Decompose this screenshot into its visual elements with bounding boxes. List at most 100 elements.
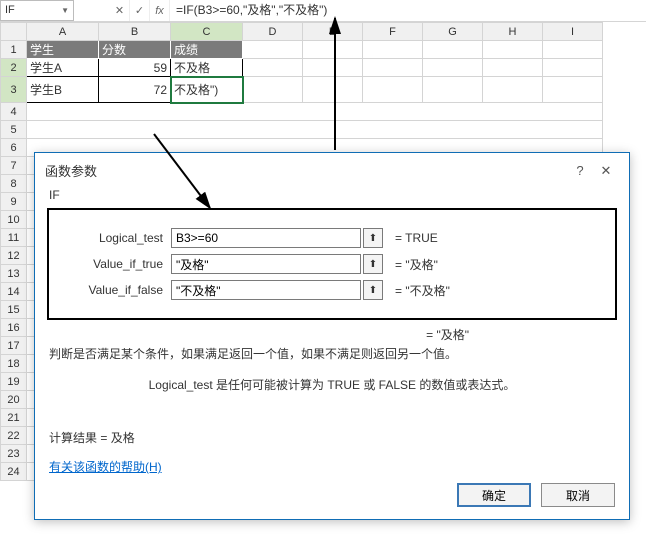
cell-B3[interactable]: 72 [99,77,171,103]
row-header[interactable]: 15 [1,301,27,319]
value-if-false-input[interactable] [171,280,361,300]
cell-C1[interactable]: 成绩 [171,41,243,59]
function-help-link[interactable]: 有关该函数的帮助(H) [49,460,162,474]
row-header[interactable]: 4 [1,103,27,121]
col-header-G[interactable]: G [423,23,483,41]
col-header-I[interactable]: I [543,23,603,41]
cell[interactable] [423,59,483,77]
range-select-button[interactable]: ⬆ [363,254,383,274]
cell[interactable] [363,59,423,77]
row-header[interactable]: 16 [1,319,27,337]
overall-result: = "及格" [35,326,629,343]
function-arguments-dialog: 函数参数 ? ✕ IF Logical_test ⬆ = TRUE Value_… [34,152,630,520]
col-header-A[interactable]: A [27,23,99,41]
row-header[interactable]: 17 [1,337,27,355]
row-header-1[interactable]: 1 [1,41,27,59]
arg-result: = "不及格" [395,282,450,299]
row-header[interactable]: 21 [1,409,27,427]
range-select-button[interactable]: ⬆ [363,280,383,300]
col-header-D[interactable]: D [243,23,303,41]
row-header[interactable]: 13 [1,265,27,283]
cell[interactable] [543,41,603,59]
fx-button[interactable]: fx [150,0,170,21]
cell[interactable] [483,77,543,103]
arg-label: Value_if_false [61,283,171,297]
cell[interactable] [483,41,543,59]
value-if-true-input[interactable] [171,254,361,274]
cell[interactable] [363,41,423,59]
row-header[interactable]: 5 [1,121,27,139]
col-header-H[interactable]: H [483,23,543,41]
formula-input[interactable]: =IF(B3>=60,"及格","不及格") [170,0,646,21]
cell[interactable] [363,77,423,103]
confirm-formula-button[interactable]: ✓ [130,0,150,21]
arg-label: Value_if_true [61,257,171,271]
row-header[interactable]: 8 [1,175,27,193]
col-header-B[interactable]: B [99,23,171,41]
cell-B2[interactable]: 59 [99,59,171,77]
cell[interactable] [27,121,603,139]
row-header-3[interactable]: 3 [1,77,27,103]
row-header[interactable]: 24 [1,463,27,481]
row-header[interactable]: 18 [1,355,27,373]
row-header[interactable]: 7 [1,157,27,175]
dialog-buttons: 确定 取消 [457,483,615,507]
dialog-title: 函数参数 [45,161,567,180]
col-header-E[interactable]: E [303,23,363,41]
col-header-F[interactable]: F [363,23,423,41]
cell[interactable] [243,77,303,103]
arguments-box: Logical_test ⬆ = TRUE Value_if_true ⬆ = … [47,208,617,320]
arg-row-logical-test: Logical_test ⬆ = TRUE [61,228,603,248]
ok-button[interactable]: 确定 [457,483,531,507]
row-header[interactable]: 20 [1,391,27,409]
cell[interactable] [423,77,483,103]
row-header[interactable]: 6 [1,139,27,157]
row-header[interactable]: 19 [1,373,27,391]
dialog-close-button[interactable]: ✕ [593,163,619,179]
help-link-row: 有关该函数的帮助(H) [35,452,629,481]
cell[interactable] [303,59,363,77]
cell[interactable] [543,59,603,77]
row-header[interactable]: 10 [1,211,27,229]
col-header-C[interactable]: C [171,23,243,41]
cell-A2[interactable]: 学生A [27,59,99,77]
select-all-corner[interactable] [1,23,27,41]
arg-row-value-if-true: Value_if_true ⬆ = "及格" [61,254,603,274]
cell[interactable] [243,59,303,77]
row-header[interactable]: 12 [1,247,27,265]
cancel-formula-button[interactable]: ✕ [110,0,130,21]
arg-result: = "及格" [395,256,438,273]
cell[interactable] [423,41,483,59]
logical-test-input[interactable] [171,228,361,248]
cell[interactable] [303,41,363,59]
chevron-down-icon[interactable]: ▼ [61,1,69,20]
cell-C3[interactable]: 不及格") [171,77,243,103]
cell[interactable] [483,59,543,77]
arg-row-value-if-false: Value_if_false ⬆ = "不及格" [61,280,603,300]
cell[interactable] [303,77,363,103]
cell[interactable] [243,41,303,59]
name-box-value: IF [5,1,15,20]
cell-C2[interactable]: 不及格 [171,59,243,77]
cancel-button[interactable]: 取消 [541,483,615,507]
calc-result-line: 计算结果 = 及格 [35,423,629,452]
name-box[interactable]: IF ▼ [0,0,74,21]
row-header[interactable]: 22 [1,427,27,445]
row-header[interactable]: 11 [1,229,27,247]
cell-B1[interactable]: 分数 [99,41,171,59]
dialog-help-button[interactable]: ? [567,163,593,178]
row-header-2[interactable]: 2 [1,59,27,77]
function-description: 判断是否满足某个条件，如果满足返回一个值，如果不满足则返回另一个值。 [35,343,629,372]
dialog-titlebar[interactable]: 函数参数 ? ✕ [35,153,629,186]
formula-bar: IF ▼ ✕ ✓ fx =IF(B3>=60,"及格","不及格") [0,0,646,22]
arg-label: Logical_test [61,231,171,245]
range-select-button[interactable]: ⬆ [363,228,383,248]
row-header[interactable]: 14 [1,283,27,301]
cell[interactable] [543,77,603,103]
cell-A3[interactable]: 学生B [27,77,99,103]
cell-A1[interactable]: 学生 [27,41,99,59]
row-header[interactable]: 23 [1,445,27,463]
cell[interactable] [27,103,603,121]
row-header[interactable]: 9 [1,193,27,211]
arg-result: = TRUE [395,231,438,245]
